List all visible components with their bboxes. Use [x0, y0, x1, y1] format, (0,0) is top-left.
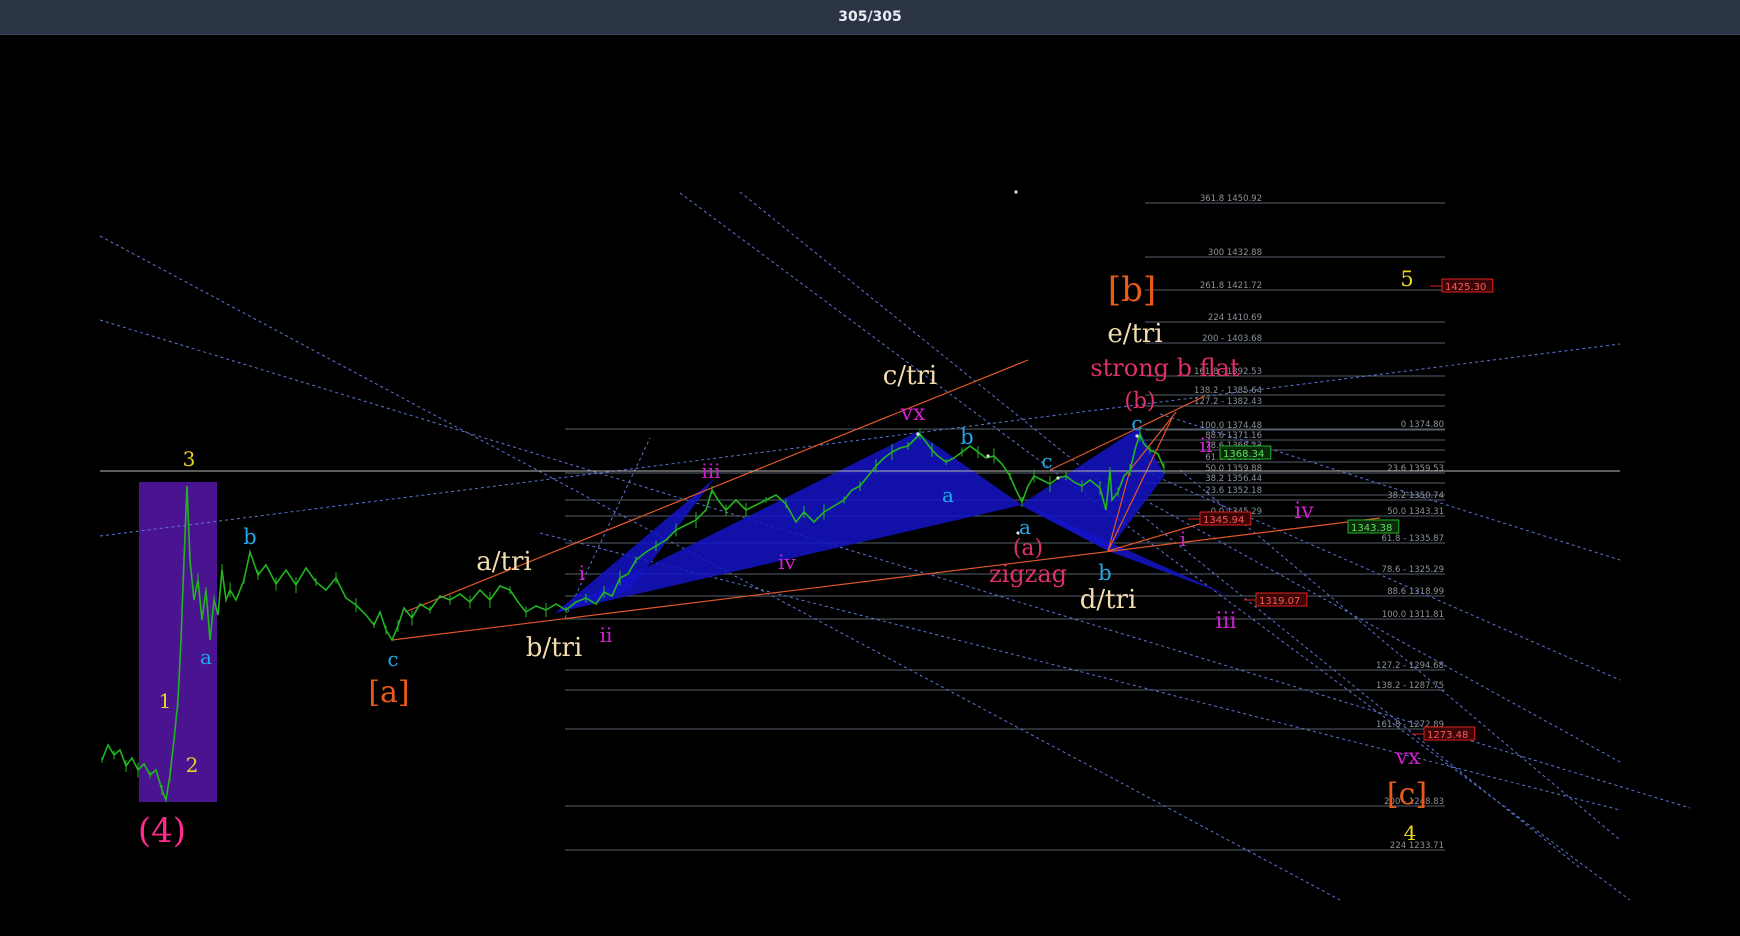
fib-label: 23.6 1359.53 [1387, 464, 1444, 474]
wave-label: [a] [368, 675, 409, 710]
wave-label: b [243, 525, 256, 549]
wave-label: ii [1200, 433, 1213, 457]
fib-label: 88.6 1318.99 [1387, 587, 1444, 597]
pivot-dot [1016, 531, 1020, 535]
wave-label: vx [1395, 745, 1421, 770]
wave-label: 3 [183, 447, 196, 471]
wave-label: c [1041, 449, 1052, 473]
fib-label: 0 1374.80 [1401, 420, 1444, 430]
top-bar: 305/305 [0, 0, 1740, 35]
fib-label: 78.6 - 1325.29 [1381, 565, 1444, 575]
wave-label: 5 [1400, 267, 1413, 291]
price-chart: 361.8 1450.92 300 1432.88 261.8 1421.72 224… [99, 190, 1691, 901]
wave-label: c/tri [883, 361, 938, 391]
wave-label: [c] [1387, 777, 1427, 812]
wave-label: a [942, 483, 954, 507]
wave-label: i [579, 561, 585, 585]
pivot-dot [986, 454, 990, 458]
wave-label: b [1098, 561, 1111, 585]
fib-label: 38.2 1350.74 [1387, 491, 1444, 501]
wave-label: ii [600, 623, 613, 647]
frame-counter: 305/305 [838, 9, 902, 25]
fib-label: 127.2 - 1382.43 [1194, 397, 1262, 407]
price-tag: 1345.94 [1203, 515, 1244, 526]
wave-3-highlight-box [139, 482, 217, 802]
fib-label: 361.8 1450.92 [1200, 194, 1262, 204]
wave-label: i [1180, 527, 1186, 551]
price-tag: 1343.38 [1351, 523, 1392, 534]
pivot-dot [916, 432, 920, 436]
wave-label: b/tri [526, 633, 583, 663]
wave-label: (4) [138, 811, 186, 851]
fib-label: 127.2 - 1294.68 [1376, 661, 1444, 671]
dotted-trendline [1129, 464, 1621, 681]
wave-label: vx [900, 401, 926, 426]
price-bars [101, 426, 1165, 803]
wave-3-box [139, 482, 217, 802]
wave-label: c [1131, 411, 1142, 435]
wave-label: iv [1294, 499, 1314, 524]
fib-label: 261.8 1421.72 [1200, 281, 1262, 291]
wave-label: iv [778, 550, 796, 574]
fib-label: 23.6 1352.18 [1205, 486, 1262, 496]
pivot-dot [1135, 434, 1139, 438]
fib-label: 61.8 - 1335.87 [1381, 534, 1444, 544]
wave-label: (a) [1013, 536, 1043, 561]
wave-label: (b) [1124, 389, 1155, 414]
wave-label: a [200, 645, 212, 669]
fib-label: 100.0 1311.81 [1382, 610, 1444, 620]
wave-label: strong b flat [1090, 354, 1240, 382]
wave-label: 4 [1404, 821, 1417, 845]
wave-label: iii [701, 459, 720, 483]
wave-label: iii [1215, 609, 1236, 634]
fib-label: 38.2 1356.44 [1205, 474, 1262, 484]
fib-label: 200 - 1403.68 [1202, 334, 1262, 344]
wave-label: b [960, 425, 973, 449]
wave-label: 2 [186, 753, 199, 777]
wave-label: [b] [1108, 270, 1156, 310]
price-tag: 1273.48 [1427, 730, 1468, 741]
wave-label: 1 [159, 689, 172, 713]
fib-label: 138.2 - 1287.75 [1376, 681, 1444, 691]
wave-label: zigzag [989, 560, 1067, 588]
wave-label: e/tri [1107, 319, 1162, 349]
fib-label: 50.0 1343.31 [1387, 507, 1444, 517]
wave-label: c [387, 647, 398, 671]
dotted-trendlines [99, 191, 1691, 901]
pivot-dot [1056, 476, 1060, 480]
fib-label: 224 1410.69 [1208, 313, 1262, 323]
fib-label: 88.6 1371.16 [1205, 431, 1262, 441]
wave-label: d/tri [1080, 585, 1137, 615]
price-tag: 1368.34 [1223, 449, 1264, 460]
fib-label: 300 1432.88 [1208, 248, 1262, 258]
price-line [101, 431, 1165, 803]
price-tag: 1319.07 [1259, 596, 1300, 607]
fib-label: 224 1233.71 [1390, 841, 1444, 851]
price-tag: 1425.30 [1445, 282, 1486, 293]
pivot-dot [1014, 190, 1018, 194]
wave-label: a/tri [476, 547, 531, 577]
